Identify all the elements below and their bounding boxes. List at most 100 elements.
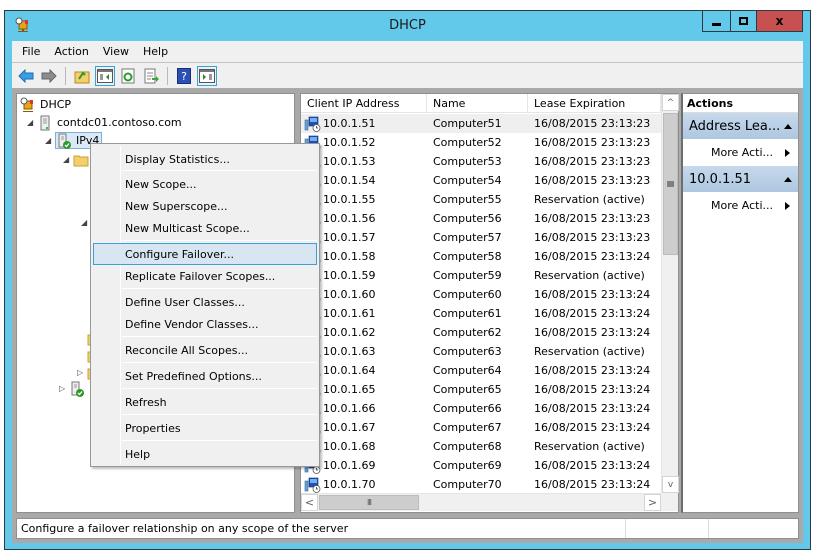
context-menu-item-set-predefined-options[interactable]: Set Predefined Options... — [93, 365, 317, 387]
forward-button[interactable] — [39, 66, 59, 86]
action-group-address-leases[interactable]: Address Lea... — [683, 113, 798, 139]
action-group-selected-lease[interactable]: 10.0.1.51 — [683, 166, 798, 192]
lease-row[interactable]: 10.0.1.55 Computer55 Reservation (active) — [301, 190, 661, 209]
menu-view[interactable]: View — [96, 45, 136, 58]
lease-row[interactable]: 10.0.1.68 Computer68 Reservation (active) — [301, 437, 661, 456]
chevron-left-icon: < — [304, 496, 315, 509]
scroll-left-button[interactable]: < — [301, 494, 318, 511]
lease-row[interactable]: 10.0.1.54 Computer54 16/08/2015 23:13:23 — [301, 171, 661, 190]
lease-row[interactable]: 10.0.1.52 Computer52 16/08/2015 23:13:23 — [301, 133, 661, 152]
cell-name: Computer66 — [433, 402, 502, 415]
lease-row[interactable]: 10.0.1.63 Computer63 Reservation (active) — [301, 342, 661, 361]
column-header-client-ip[interactable]: Client IP Address — [301, 94, 427, 113]
lease-row[interactable]: 10.0.1.56 Computer56 16/08/2015 23:13:23 — [301, 209, 661, 228]
cell-lease-expiration: 16/08/2015 23:13:23 — [534, 117, 651, 130]
column-header-name[interactable]: Name — [427, 94, 528, 113]
cell-lease-expiration: 16/08/2015 23:13:24 — [534, 478, 651, 491]
vertical-scrollbar[interactable]: ^ v — [661, 94, 679, 493]
menu-item-label: Help — [125, 447, 151, 461]
refresh-button[interactable] — [118, 66, 138, 86]
lease-row[interactable]: 10.0.1.65 Computer65 16/08/2015 23:13:24 — [301, 380, 661, 399]
lease-row[interactable]: 10.0.1.53 Computer53 16/08/2015 23:13:23 — [301, 152, 661, 171]
context-menu-item-refresh[interactable]: Refresh — [93, 391, 317, 413]
vertical-scroll-thumb[interactable] — [663, 113, 678, 255]
close-button[interactable]: x — [756, 11, 803, 32]
tree-item-server[interactable]: ◢ contdc01.contoso.com — [27, 114, 182, 131]
cell-lease-expiration: 16/08/2015 23:13:24 — [534, 288, 651, 301]
up-level-button[interactable] — [72, 66, 92, 86]
menu-item-label: Define Vendor Classes... — [125, 317, 259, 331]
lease-row[interactable]: 10.0.1.59 Computer59 Reservation (active) — [301, 266, 661, 285]
window-title: DHCP — [389, 18, 426, 33]
menu-item-label: Set Predefined Options... — [125, 369, 262, 383]
status-divider — [708, 519, 709, 538]
context-menu-item-properties[interactable]: Properties — [93, 417, 317, 439]
lease-row[interactable]: 10.0.1.66 Computer66 16/08/2015 23:13:24 — [301, 399, 661, 418]
scroll-down-button[interactable]: v — [662, 476, 679, 493]
minimize-button[interactable] — [702, 11, 730, 32]
action-more-actions[interactable]: More Acti... — [683, 139, 798, 166]
horizontal-scrollbar[interactable]: < III > — [301, 493, 661, 511]
lease-row[interactable]: 10.0.1.60 Computer60 16/08/2015 23:13:24 — [301, 285, 661, 304]
client-ip-text: 10.0.1.53 — [323, 155, 376, 168]
context-menu-item-new-superscope[interactable]: New Superscope... — [93, 195, 317, 217]
lease-row[interactable]: 10.0.1.61 Computer61 16/08/2015 23:13:24 — [301, 304, 661, 323]
lease-row[interactable]: 10.0.1.58 Computer58 16/08/2015 23:13:24 — [301, 247, 661, 266]
expand-icon[interactable]: ▷ — [77, 368, 87, 377]
context-menu-item-replicate-failover-scopes[interactable]: Replicate Failover Scopes... — [93, 265, 317, 287]
lease-row[interactable]: 10.0.1.70 Computer70 16/08/2015 23:13:24 — [301, 475, 661, 494]
title-bar[interactable]: DHCP x — [5, 11, 810, 41]
submenu-arrow-icon — [785, 148, 790, 157]
collapse-icon[interactable]: ◢ — [63, 155, 73, 164]
cell-name: Computer58 — [433, 250, 502, 263]
lease-row[interactable]: 10.0.1.57 Computer57 16/08/2015 23:13:23 — [301, 228, 661, 247]
show-hide-console-tree-button[interactable] — [95, 65, 115, 86]
context-menu-item-configure-failover[interactable]: Configure Failover... — [93, 243, 317, 265]
export-list-button[interactable] — [141, 66, 161, 86]
list-header: Client IP Address Name Lease Expiration — [301, 94, 661, 113]
cell-lease-expiration: 16/08/2015 23:13:24 — [534, 383, 651, 396]
cell-lease-expiration: 16/08/2015 23:13:24 — [534, 402, 651, 415]
context-menu-item-reconcile-all-scopes[interactable]: Reconcile All Scopes... — [93, 339, 317, 361]
lease-row[interactable]: 10.0.1.64 Computer64 16/08/2015 23:13:24 — [301, 361, 661, 380]
maximize-button[interactable] — [730, 11, 756, 32]
menu-separator — [122, 414, 317, 415]
column-header-lease-expiration[interactable]: Lease Expiration — [528, 94, 661, 113]
context-menu-item-define-user-classes[interactable]: Define User Classes... — [93, 291, 317, 313]
toolbar: ? — [12, 63, 803, 88]
context-menu-item-help[interactable]: Help — [93, 443, 317, 465]
menu-bar: File Action View Help — [12, 41, 803, 63]
menu-file[interactable]: File — [15, 45, 47, 58]
action-more-actions[interactable]: More Acti... — [683, 192, 798, 219]
tree-item-dhcp[interactable]: DHCP — [20, 96, 71, 113]
lease-list[interactable]: Client IP Address Name Lease Expiration … — [300, 93, 679, 513]
cell-lease-expiration: Reservation (active) — [534, 345, 645, 358]
client-ip-text: 10.0.1.66 — [323, 402, 376, 415]
help-button[interactable]: ? — [174, 66, 194, 86]
cell-lease-expiration: 16/08/2015 23:13:24 — [534, 421, 651, 434]
horizontal-scroll-thumb[interactable]: III — [319, 495, 419, 510]
context-menu-item-define-vendor-classes[interactable]: Define Vendor Classes... — [93, 313, 317, 335]
client-ip-text: 10.0.1.69 — [323, 459, 376, 472]
menu-help[interactable]: Help — [136, 45, 175, 58]
expand-icon[interactable]: ▷ — [59, 384, 69, 393]
context-menu-item-display-statistics[interactable]: Display Statistics... — [93, 148, 317, 170]
scroll-right-button[interactable]: > — [644, 494, 661, 511]
collapse-icon[interactable]: ◢ — [45, 136, 55, 145]
lease-row[interactable]: 10.0.1.51 Computer51 16/08/2015 23:13:23 — [301, 114, 661, 133]
minimize-icon — [712, 22, 721, 26]
show-hide-action-pane-button[interactable] — [197, 65, 217, 86]
cell-name: Computer70 — [433, 478, 502, 491]
scroll-up-button[interactable]: ^ — [662, 94, 679, 111]
context-menu-item-new-multicast-scope[interactable]: New Multicast Scope... — [93, 217, 317, 239]
close-icon: x — [775, 14, 784, 28]
lease-row[interactable]: 10.0.1.62 Computer62 16/08/2015 23:13:24 — [301, 323, 661, 342]
tree-item-scope[interactable]: ◢ — [63, 151, 93, 168]
cell-name: Computer62 — [433, 326, 502, 339]
menu-action[interactable]: Action — [47, 45, 95, 58]
context-menu-item-new-scope[interactable]: New Scope... — [93, 173, 317, 195]
lease-row[interactable]: 10.0.1.67 Computer67 16/08/2015 23:13:24 — [301, 418, 661, 437]
collapse-icon[interactable]: ◢ — [27, 118, 37, 127]
lease-row[interactable]: 10.0.1.69 Computer69 16/08/2015 23:13:24 — [301, 456, 661, 475]
back-button[interactable] — [16, 66, 36, 86]
